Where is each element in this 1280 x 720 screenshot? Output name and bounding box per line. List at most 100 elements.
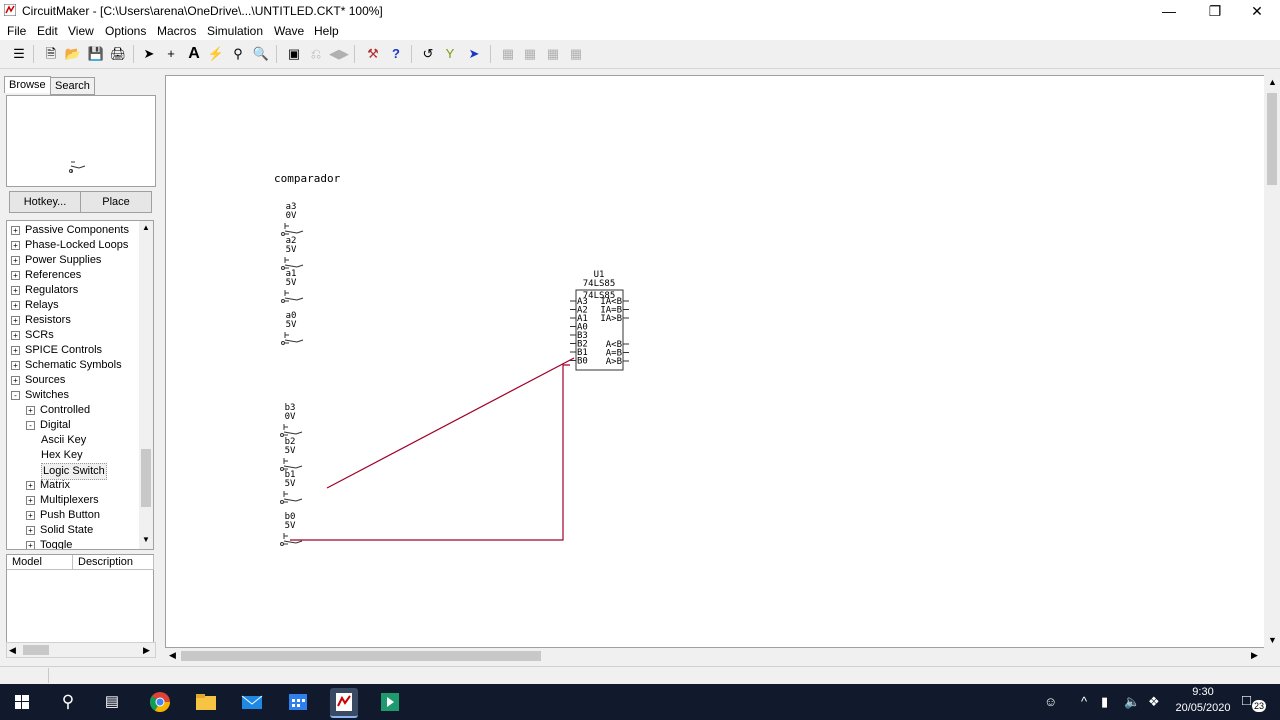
new-icon[interactable]: 🗎 bbox=[41, 44, 61, 64]
file-explorer-icon[interactable] bbox=[192, 688, 220, 716]
expand-icon[interactable]: + bbox=[11, 346, 20, 355]
collapse-icon[interactable]: - bbox=[26, 421, 35, 430]
open-icon[interactable]: 📂 bbox=[63, 44, 83, 64]
place-button[interactable]: Place bbox=[80, 191, 152, 213]
scroll-right-icon[interactable]: ▶ bbox=[1251, 650, 1258, 661]
menu-options[interactable]: Options bbox=[105, 24, 146, 38]
chrome-icon[interactable] bbox=[146, 688, 174, 716]
vertical-scroll-thumb[interactable] bbox=[1267, 93, 1277, 185]
expand-icon[interactable]: + bbox=[11, 241, 20, 250]
trace-icon[interactable]: ▦ bbox=[498, 44, 518, 64]
probe-digital-icon[interactable]: Y bbox=[440, 44, 460, 64]
expand-icon[interactable]: + bbox=[26, 541, 35, 549]
calendar-icon[interactable] bbox=[284, 688, 312, 716]
help-icon[interactable]: ? bbox=[386, 44, 406, 64]
menu-file[interactable]: File bbox=[7, 24, 26, 38]
expand-icon[interactable]: + bbox=[11, 271, 20, 280]
expand-icon[interactable]: + bbox=[11, 301, 20, 310]
show-hidden-icons-icon[interactable]: ^ bbox=[1081, 694, 1087, 709]
tree-scrollbar[interactable]: ▲ ▼ bbox=[139, 221, 153, 549]
description-column-header[interactable]: Description bbox=[73, 555, 154, 570]
fit-window-icon[interactable]: ▣ bbox=[284, 44, 304, 64]
people-icon[interactable]: ☺ bbox=[1044, 694, 1057, 709]
logic-switch-icon[interactable] bbox=[281, 332, 304, 345]
menu-help[interactable]: Help bbox=[314, 24, 339, 38]
tree-scroll-thumb[interactable] bbox=[141, 449, 151, 507]
search-icon[interactable]: ⚲ bbox=[54, 688, 82, 716]
clock-date[interactable]: 20/05/2020 bbox=[1170, 702, 1236, 714]
canvas-vertical-scrollbar[interactable]: ▲ ▼ bbox=[1264, 75, 1280, 648]
scroll-down-icon[interactable]: ▼ bbox=[142, 535, 150, 544]
circuitmaker-taskbar-icon[interactable] bbox=[330, 688, 358, 718]
expand-icon[interactable]: + bbox=[11, 286, 20, 295]
menu-edit[interactable]: Edit bbox=[37, 24, 58, 38]
expand-icon[interactable]: + bbox=[11, 361, 20, 370]
scroll-down-icon[interactable]: ▼ bbox=[1268, 635, 1277, 645]
print-icon[interactable]: 🖨 bbox=[108, 44, 128, 64]
menu-wave[interactable]: Wave bbox=[274, 24, 304, 38]
expand-icon[interactable]: + bbox=[26, 406, 35, 415]
expand-icon[interactable]: + bbox=[26, 481, 35, 490]
logic-switch-icon[interactable] bbox=[280, 458, 303, 471]
probe-tool-icon[interactable]: ⚲ bbox=[228, 44, 248, 64]
hotkey-button[interactable]: Hotkey... bbox=[9, 191, 81, 213]
tab-browse[interactable]: Browse bbox=[4, 76, 51, 93]
browser-toggle-icon[interactable]: ☰ bbox=[9, 44, 29, 64]
text-tool-icon[interactable]: A bbox=[184, 44, 204, 64]
rotate-icon[interactable]: ⎌ bbox=[306, 44, 326, 64]
tools-icon[interactable]: ⚒ bbox=[363, 44, 383, 64]
scope-icon[interactable]: ▦ bbox=[566, 44, 586, 64]
expand-icon[interactable]: + bbox=[26, 496, 35, 505]
waveform-icon[interactable]: ▦ bbox=[543, 44, 563, 64]
app-green-icon[interactable] bbox=[376, 688, 404, 716]
scroll-up-icon[interactable]: ▲ bbox=[142, 223, 150, 232]
schematic-canvas[interactable]: comparador a3 0V a2 5V a1 5V a0 5V b3 0V b2 5V b1 5V b… bbox=[165, 75, 1265, 648]
battery-icon[interactable]: ▮ bbox=[1101, 694, 1108, 710]
reset-icon[interactable]: ↺ bbox=[418, 44, 438, 64]
scroll-thumb[interactable] bbox=[23, 645, 49, 655]
dropbox-icon[interactable]: ❖ bbox=[1148, 694, 1160, 710]
expand-icon[interactable]: + bbox=[11, 331, 20, 340]
windows-start-icon[interactable] bbox=[8, 688, 36, 716]
menu-simulation[interactable]: Simulation bbox=[207, 24, 263, 38]
task-view-icon[interactable]: ▤ bbox=[98, 688, 126, 716]
close-button[interactable]: ✕ bbox=[1234, 0, 1280, 22]
logic-switch-icon[interactable] bbox=[280, 424, 303, 437]
tab-search[interactable]: Search bbox=[50, 77, 95, 95]
step-icon[interactable]: ▦ bbox=[520, 44, 540, 64]
mirror-icon[interactable]: ◀▶ bbox=[329, 44, 349, 64]
expand-icon[interactable]: + bbox=[26, 526, 35, 535]
mail-icon[interactable] bbox=[238, 688, 266, 716]
scroll-left-icon[interactable]: ◀ bbox=[9, 645, 16, 656]
clock-time[interactable]: 9:30 bbox=[1170, 686, 1236, 698]
collapse-icon[interactable]: - bbox=[11, 391, 20, 400]
wire-tool-icon[interactable]: + bbox=[161, 44, 181, 64]
logic-switch-icon[interactable] bbox=[281, 290, 304, 303]
minimize-button[interactable]: — bbox=[1146, 0, 1192, 22]
save-icon[interactable]: 💾 bbox=[86, 44, 106, 64]
model-list-scrollbar[interactable]: ◀ ▶ bbox=[6, 642, 156, 658]
zoom-tool-icon[interactable]: 🔍 bbox=[251, 44, 271, 64]
model-column-header[interactable]: Model bbox=[7, 555, 73, 570]
expand-icon[interactable]: + bbox=[26, 511, 35, 520]
horizontal-scroll-thumb[interactable] bbox=[181, 651, 541, 661]
restore-button[interactable]: ❐ bbox=[1192, 0, 1238, 22]
logic-switch-icon[interactable] bbox=[280, 533, 303, 546]
volume-icon[interactable]: 🔈 bbox=[1124, 694, 1140, 710]
scroll-up-icon[interactable]: ▲ bbox=[1268, 77, 1277, 87]
expand-icon[interactable]: + bbox=[11, 256, 20, 265]
scroll-left-icon[interactable]: ◀ bbox=[169, 650, 176, 661]
scroll-right-icon[interactable]: ▶ bbox=[143, 645, 150, 656]
logic-switch-icon[interactable] bbox=[281, 257, 304, 270]
expand-icon[interactable]: + bbox=[11, 376, 20, 385]
delete-tool-icon[interactable]: ⚡ bbox=[206, 44, 226, 64]
logic-switch-icon[interactable] bbox=[281, 223, 304, 236]
menu-view[interactable]: View bbox=[68, 24, 94, 38]
expand-icon[interactable]: + bbox=[11, 316, 20, 325]
arrow-tool-icon[interactable]: ➤ bbox=[139, 44, 159, 64]
expand-icon[interactable]: + bbox=[11, 226, 20, 235]
menu-macros[interactable]: Macros bbox=[157, 24, 196, 38]
run-icon[interactable]: ➤ bbox=[464, 44, 484, 64]
canvas-horizontal-scrollbar[interactable]: ◀ ▶ bbox=[165, 648, 1263, 664]
logic-switch-icon[interactable] bbox=[280, 491, 303, 504]
